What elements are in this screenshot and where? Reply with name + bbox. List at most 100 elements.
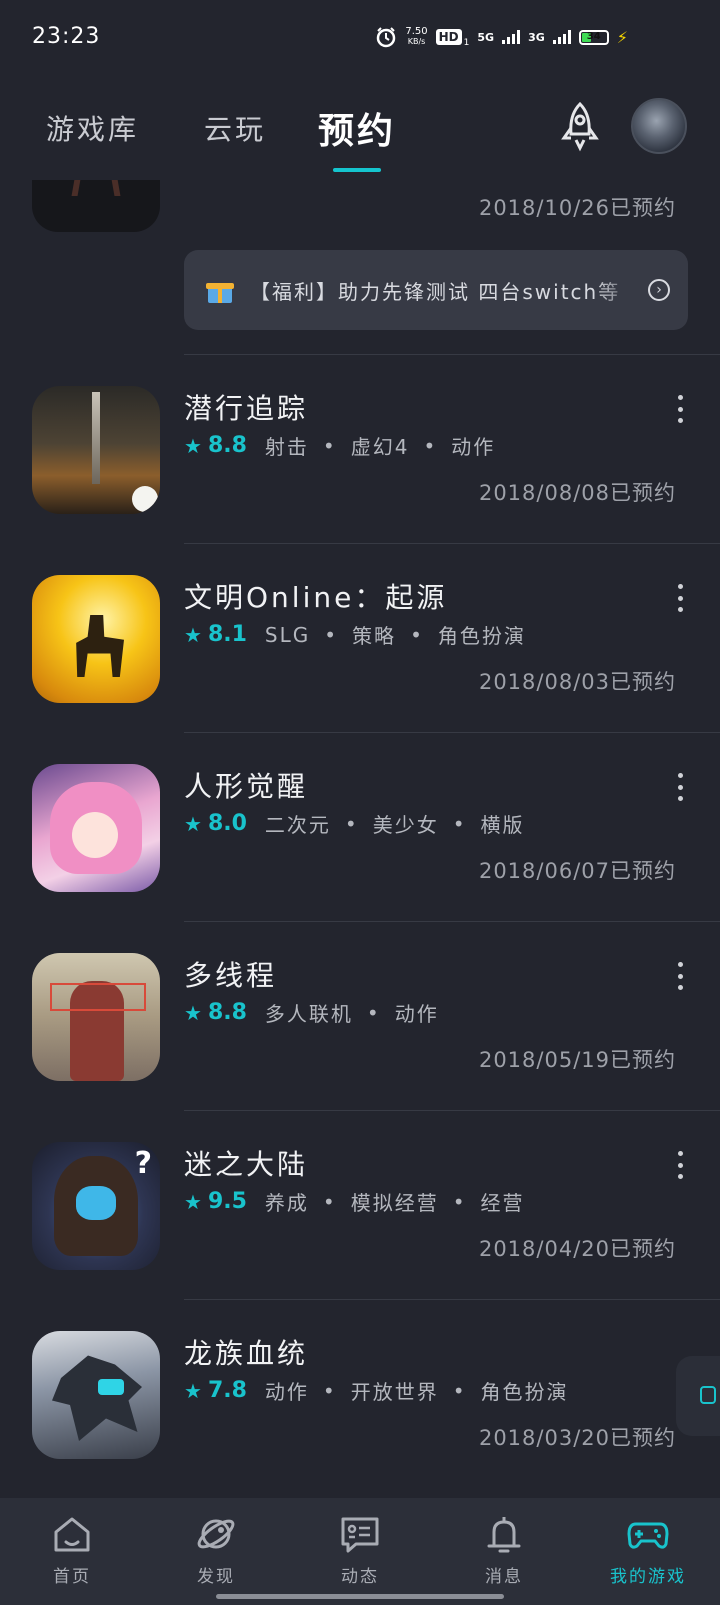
reservation-date: 2018/06/07已预约 <box>478 859 676 883</box>
game-icon[interactable] <box>32 575 160 703</box>
game-meta: ★ 8.8 射击 • 虚幻4 • 动作 <box>184 431 495 460</box>
tag-separator: • <box>452 811 467 836</box>
game-tag: 经营 <box>480 1191 525 1215</box>
list-item[interactable]: 多线程 ★ 8.8 多人联机 • 动作 2018/05/19已预约 <box>0 922 720 1116</box>
home-indicator[interactable] <box>216 1594 504 1599</box>
game-tag: 角色扮演 <box>480 1380 569 1404</box>
game-title: 龙族血统 <box>184 1337 309 1370</box>
game-score: 8.8 <box>207 1000 247 1025</box>
game-tag: 多人联机 <box>264 1002 353 1026</box>
game-icon-partial[interactable] <box>32 180 160 232</box>
tag-separator: • <box>410 622 424 647</box>
game-title: 人形觉醒 <box>184 770 309 803</box>
list-item[interactable]: 龙族血统 ★ 7.8 动作 • 开放世界 • 角色扮演 2018/03/20已预… <box>0 1300 720 1494</box>
star-icon: ★ <box>184 622 204 647</box>
more-options-icon[interactable] <box>668 962 692 990</box>
game-icon[interactable]: ? <box>32 1142 160 1270</box>
status-time: 23:23 <box>32 24 101 49</box>
tab-reservations[interactable]: 预约 <box>318 102 396 154</box>
tag-separator: • <box>322 433 337 458</box>
game-tag: 开放世界 <box>350 1380 439 1404</box>
hd-badge: HD <box>435 29 462 45</box>
nav-label: 我的游戏 <box>610 1567 686 1587</box>
game-icon[interactable] <box>32 1331 160 1459</box>
game-icon[interactable] <box>32 953 160 1081</box>
user-avatar[interactable] <box>631 98 687 154</box>
chat-card-icon <box>341 1517 379 1553</box>
game-tag: 横版 <box>480 813 525 837</box>
nav-feed[interactable]: 动态 <box>310 1512 410 1587</box>
tag-separator: • <box>322 1378 337 1403</box>
welfare-banner[interactable]: 【福利】助力先锋测试 四台switch等 › <box>184 250 688 330</box>
net-speed-unit: KB/s <box>407 37 426 46</box>
star-icon: ★ <box>184 433 204 458</box>
game-icon[interactable] <box>32 386 160 514</box>
tag-separator: • <box>344 811 359 836</box>
network-3g-label: 3G <box>528 30 545 44</box>
nav-discover[interactable]: 发现 <box>166 1512 266 1587</box>
tab-game-library[interactable]: 游戏库 <box>46 108 139 148</box>
net-speed-value: 7.50 <box>405 26 428 37</box>
game-score: 8.0 <box>207 811 247 836</box>
tag-separator: • <box>452 1378 467 1403</box>
more-options-icon[interactable] <box>668 773 692 801</box>
battery-icon: 34 <box>578 29 609 45</box>
status-bar: 23:23 7.50 KB/s HD 1 5G 3G 34 ⚡ <box>0 0 720 76</box>
top-tab-bar: 游戏库 云玩 预约 <box>0 76 720 180</box>
list-item[interactable]: 文明Online：起源 ★ 8.1 SLG • 策略 • 角色扮演 2018/0… <box>0 544 720 738</box>
star-icon: ★ <box>184 1378 204 1403</box>
game-icon[interactable] <box>32 764 160 892</box>
gift-icon <box>206 277 234 303</box>
game-tag: 策略 <box>352 624 397 648</box>
download-icon <box>700 1386 716 1404</box>
list-item[interactable]: ? 迷之大陆 ★ 9.5 养成 • 模拟经营 • 经营 2018/04/20已预… <box>0 1111 720 1305</box>
tag-separator: • <box>423 433 438 458</box>
game-score: 8.1 <box>207 622 247 647</box>
reservation-date: 2018/08/03已预约 <box>478 670 676 694</box>
game-tag: 角色扮演 <box>437 624 526 648</box>
game-meta: ★ 7.8 动作 • 开放世界 • 角色扮演 <box>184 1376 569 1405</box>
more-options-icon[interactable] <box>668 584 692 612</box>
bell-icon <box>487 1517 521 1553</box>
net-speed: 7.50 KB/s <box>405 27 427 47</box>
nav-label: 发现 <box>197 1567 235 1587</box>
tab-cloud-play[interactable]: 云玩 <box>204 108 266 148</box>
nav-home[interactable]: 首页 <box>22 1512 122 1587</box>
rocket-icon[interactable] <box>552 98 608 154</box>
home-icon <box>54 1517 90 1552</box>
nav-my-games[interactable]: 我的游戏 <box>598 1512 698 1587</box>
gamepad-icon <box>627 1522 669 1549</box>
more-options-icon[interactable] <box>668 1151 692 1179</box>
tag-separator: • <box>452 1189 467 1214</box>
nav-label: 首页 <box>53 1567 91 1587</box>
game-tag: 模拟经营 <box>350 1191 439 1215</box>
game-tag: 养成 <box>264 1191 309 1215</box>
planet-icon <box>197 1519 235 1549</box>
reservation-date-partial: 2018/10/26已预约 <box>478 196 676 220</box>
hd-sub: 1 <box>463 38 470 48</box>
active-tab-indicator <box>333 168 381 172</box>
game-tag: 美少女 <box>372 813 439 837</box>
star-icon: ★ <box>184 1000 204 1025</box>
more-options-icon[interactable] <box>668 395 692 423</box>
charging-icon: ⚡ <box>616 27 628 47</box>
game-tag: SLG <box>264 622 311 647</box>
nav-label: 动态 <box>341 1567 379 1587</box>
nav-messages[interactable]: 消息 <box>454 1512 554 1587</box>
nav-label: 消息 <box>485 1567 523 1587</box>
game-title: 潜行追踪 <box>184 392 309 425</box>
reservation-date: 2018/05/19已预约 <box>478 1048 676 1072</box>
game-score: 7.8 <box>207 1378 247 1403</box>
game-title: 多线程 <box>184 959 278 992</box>
star-icon: ★ <box>184 811 204 836</box>
game-title: 文明Online：起源 <box>184 581 448 614</box>
game-score: 9.5 <box>207 1189 247 1214</box>
bottom-nav: 首页 发现 动态 消息 我的游戏 <box>0 1498 720 1605</box>
list-item[interactable]: 潜行追踪 ★ 8.8 射击 • 虚幻4 • 动作 2018/08/08已预约 <box>0 355 720 549</box>
reservation-date: 2018/04/20已预约 <box>478 1237 676 1261</box>
chevron-right-circle-icon: › <box>648 279 670 301</box>
list-item[interactable]: 人形觉醒 ★ 8.0 二次元 • 美少女 • 横版 2018/06/07已预约 <box>0 733 720 927</box>
reservation-date: 2018/08/08已预约 <box>478 481 676 505</box>
floating-side-button[interactable] <box>676 1356 720 1436</box>
signal-icon-2 <box>552 30 571 44</box>
